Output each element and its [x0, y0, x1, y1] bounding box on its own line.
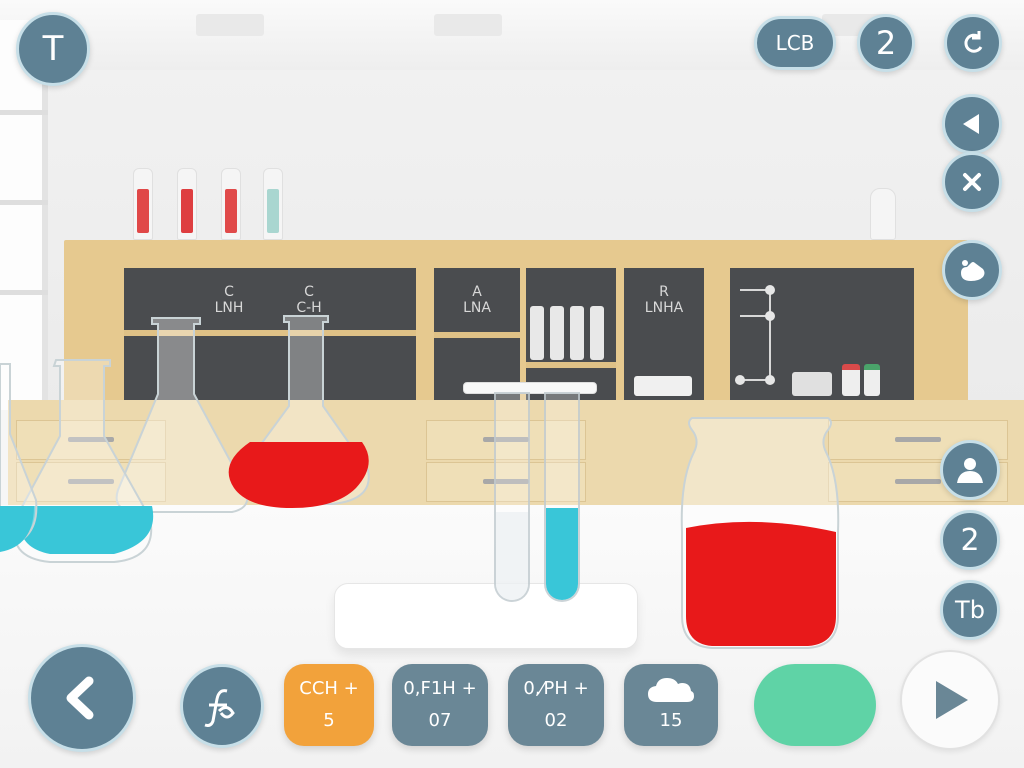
menu-button-label: T: [42, 29, 64, 69]
reagent-card-cloud[interactable]: 15: [624, 664, 718, 746]
test-tube-rack: [334, 583, 638, 649]
close-button[interactable]: [942, 152, 1002, 212]
close-icon: [963, 173, 981, 191]
ceiling-light: [196, 14, 264, 36]
empty-flask: [115, 317, 249, 513]
ceiling-light: [434, 14, 502, 36]
card-quantity: 15: [659, 710, 683, 731]
reagent-card-ph[interactable]: 0,⁄PH + 02: [508, 664, 604, 746]
test-tube-blue[interactable]: [544, 392, 580, 602]
flasks-group: [0, 315, 370, 563]
red-jar[interactable]: [680, 414, 840, 654]
level-badge-label: LCB: [775, 31, 815, 55]
chevron-left-icon: [66, 676, 94, 720]
table-button-label: Tb: [955, 596, 985, 624]
play-button[interactable]: [900, 650, 1000, 750]
shelf-bay: A LNA: [434, 268, 520, 400]
reagent-bottle: [177, 168, 197, 240]
chalkboard-formula: R LNHA: [644, 284, 684, 316]
play-left-icon: [963, 114, 979, 134]
card-quantity: 02: [544, 710, 568, 731]
card-quantity: 07: [428, 710, 452, 731]
counter-badge-label: 2: [875, 24, 897, 62]
table-button[interactable]: Tb: [940, 580, 1000, 640]
refresh-icon-glyph: [964, 31, 983, 53]
refresh-icon[interactable]: [944, 14, 1002, 72]
card-formula: CCH +: [299, 678, 359, 699]
reagent-bottle: [221, 168, 241, 240]
chalkboard: R LNHA: [624, 268, 704, 400]
previous-button[interactable]: [28, 644, 136, 752]
count-badge[interactable]: 2: [940, 510, 1000, 570]
counter-badge[interactable]: 2: [857, 14, 915, 72]
reagent-bottle: [133, 168, 153, 240]
card-formula: 0,F1H +: [403, 678, 477, 699]
function-icon: [204, 689, 235, 727]
reagent-card-f1h[interactable]: 0,F1H + 07: [392, 664, 488, 746]
card-formula: 0,⁄PH +: [523, 678, 589, 699]
chalkboard: [730, 268, 914, 400]
shelf-bay: [526, 268, 616, 400]
reagent-bottle: [263, 168, 283, 240]
level-badge[interactable]: LCB: [754, 16, 836, 70]
hand-icon: [961, 260, 985, 281]
hint-button[interactable]: [942, 240, 1002, 300]
count-badge-label: 2: [960, 522, 980, 558]
user-icon: [957, 458, 983, 483]
cloud-icon: [648, 678, 694, 702]
lab-scene: C LNH C C-H A LNA R LNHA: [0, 0, 1024, 768]
play-icon: [936, 681, 968, 719]
white-bottle: [870, 188, 896, 240]
formula-tool-button[interactable]: [180, 664, 264, 748]
test-tube-empty[interactable]: [494, 392, 530, 602]
profile-button[interactable]: [940, 440, 1000, 500]
back-icon[interactable]: [942, 94, 1002, 154]
chalkboard-formula: A LNA: [463, 284, 491, 316]
menu-button[interactable]: T: [16, 12, 90, 86]
card-quantity: 5: [323, 710, 335, 731]
confirm-button[interactable]: [754, 664, 876, 746]
reagent-card-cch[interactable]: CCH + 5: [284, 664, 374, 746]
